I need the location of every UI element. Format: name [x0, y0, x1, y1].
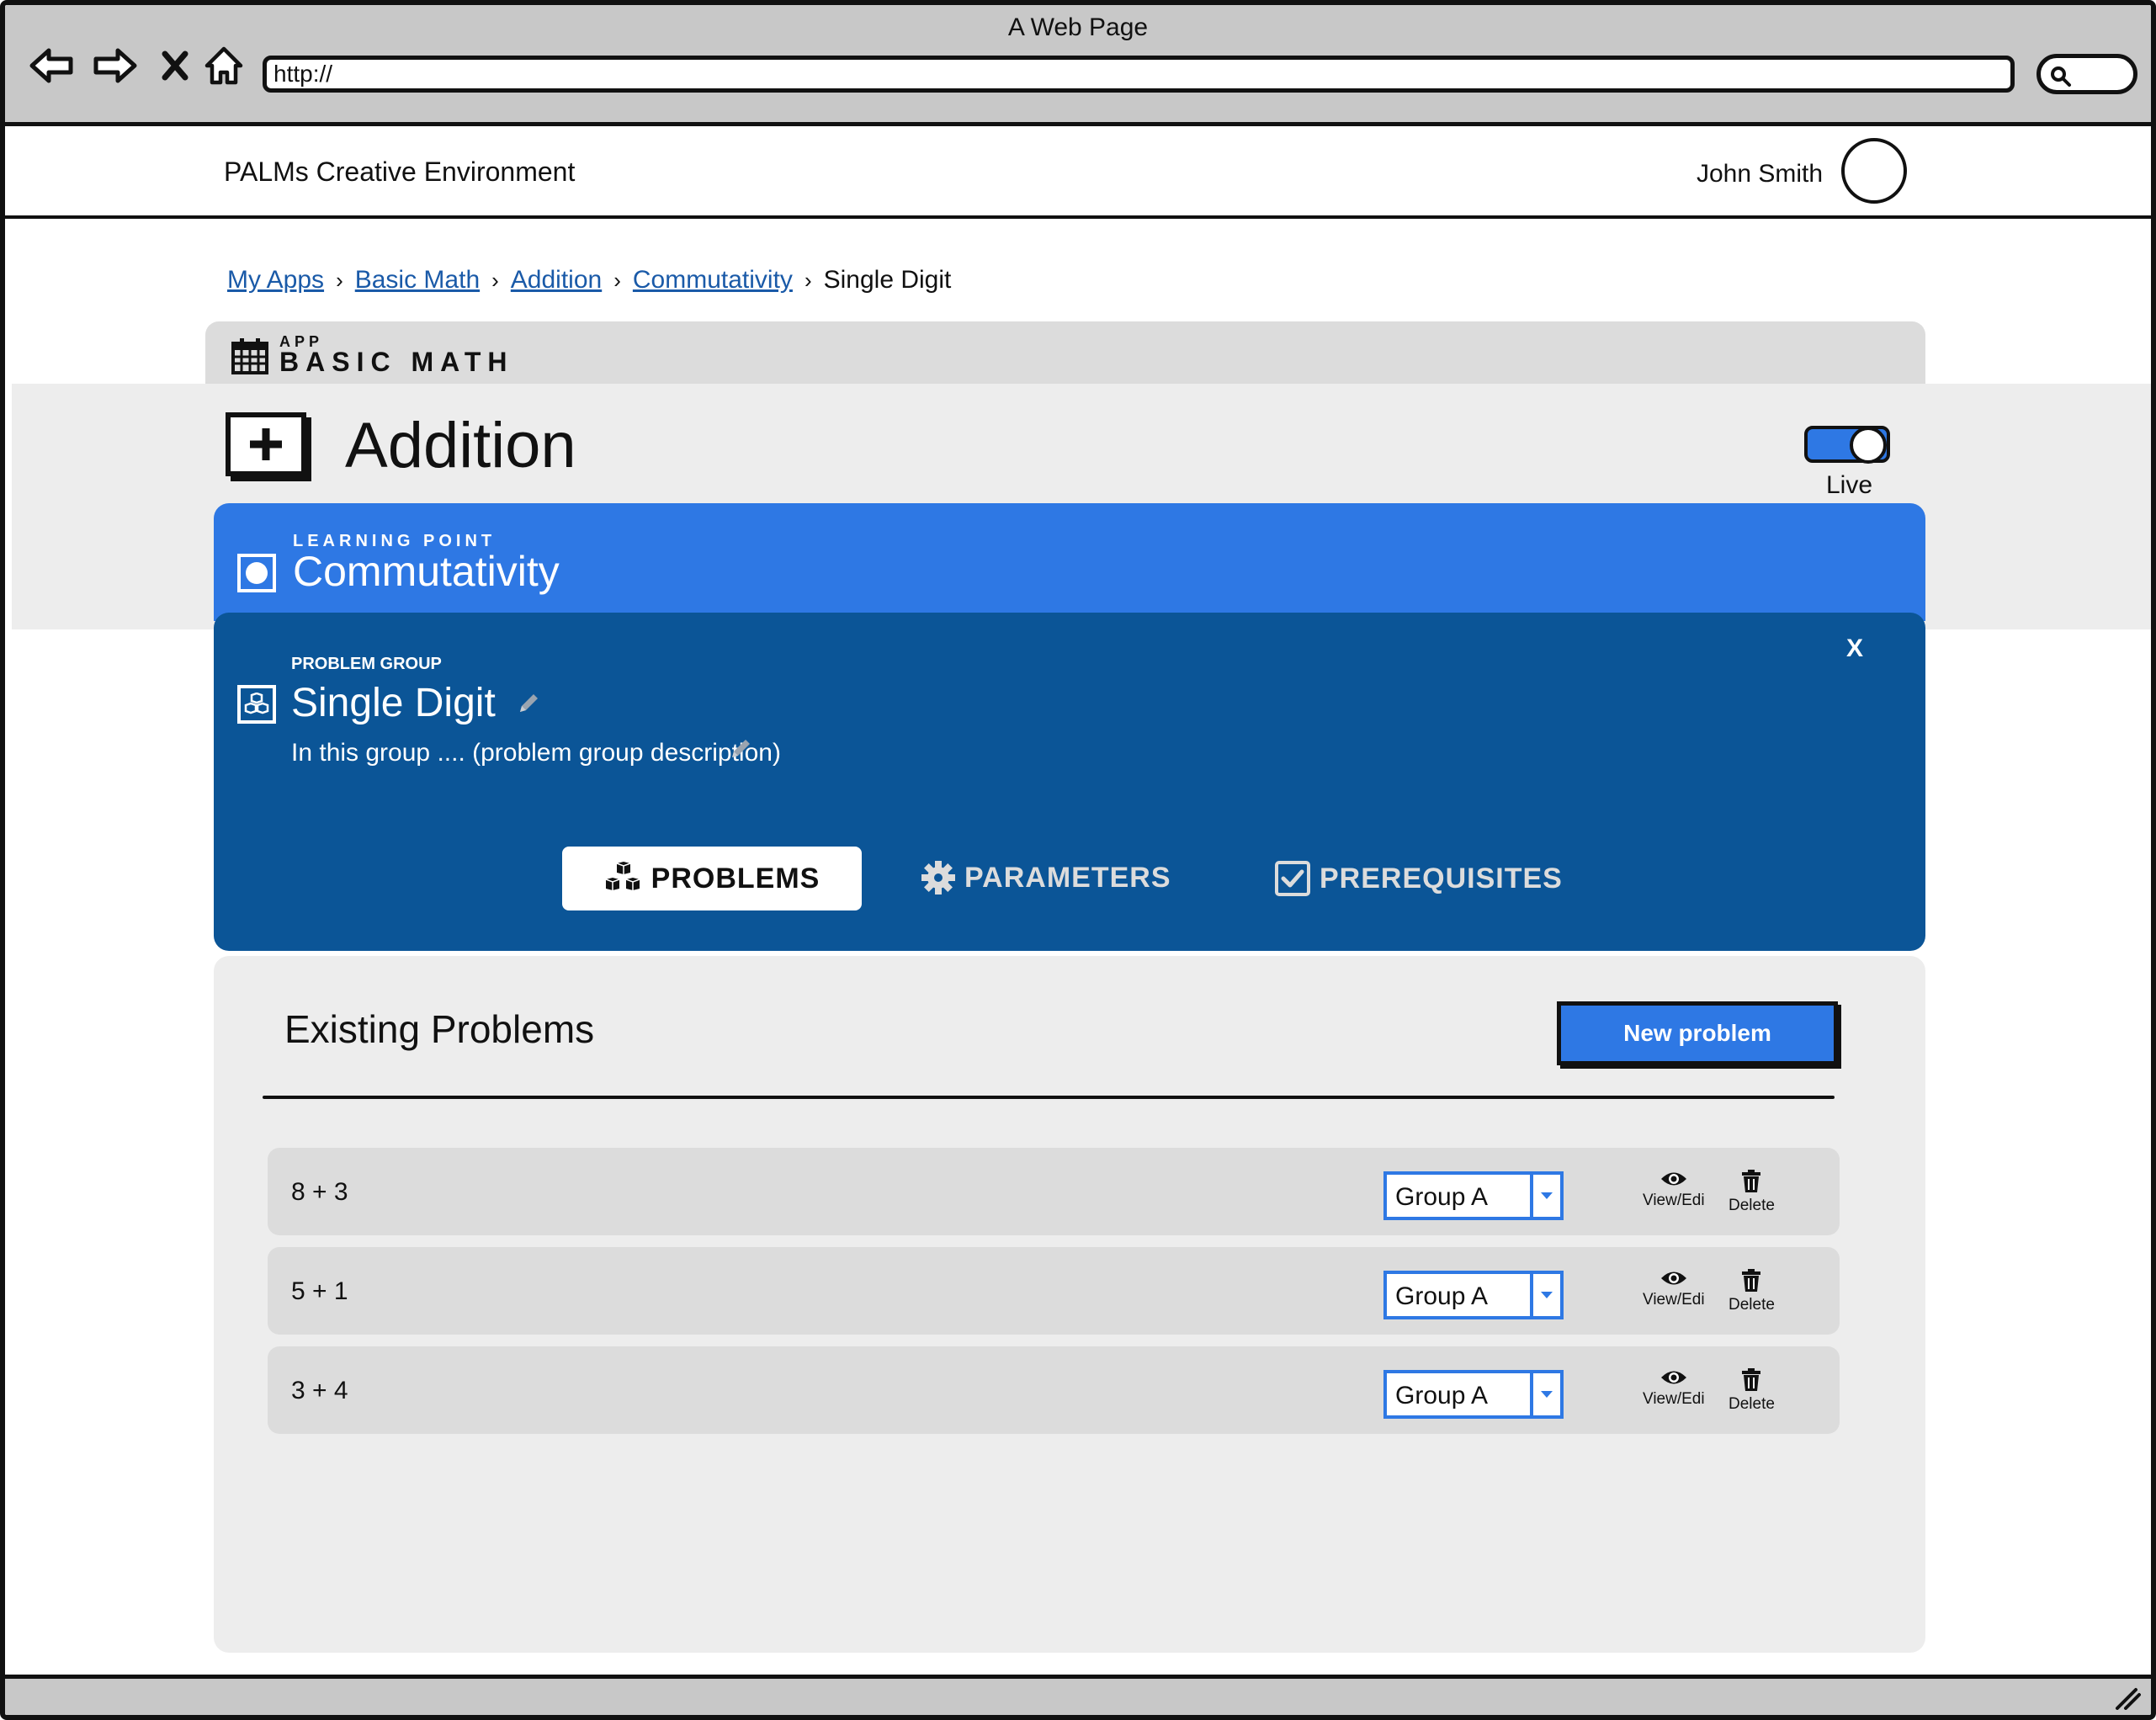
problem-expression: 5 + 1: [291, 1277, 348, 1305]
forward-arrow-icon[interactable]: [89, 40, 140, 91]
app-banner: APP BASIC MATH: [205, 321, 1925, 385]
calendar-icon: [231, 338, 268, 374]
tab-prerequisites[interactable]: PREREQUISITES: [1274, 860, 1563, 897]
existing-problems-title: Existing Problems: [284, 1007, 595, 1051]
breadcrumb-chevron-icon: ›: [491, 267, 499, 293]
delete-label: Delete: [1729, 1197, 1775, 1214]
url-input[interactable]: http://: [263, 56, 2015, 93]
user-name[interactable]: John Smith: [1697, 160, 1823, 188]
problem-group-kicker: PROBLEM GROUP: [291, 655, 442, 673]
cubes-icon: [605, 862, 640, 890]
view-edit-label: View/Edi: [1643, 1390, 1705, 1408]
browser-search-field[interactable]: [2037, 54, 2137, 94]
delete-label: Delete: [1729, 1395, 1775, 1413]
brand-title[interactable]: PALMs Creative Environment: [224, 157, 575, 188]
plus-box-icon: [226, 412, 306, 476]
breadcrumb-my-apps[interactable]: My Apps: [227, 266, 324, 295]
group-select-value: Group A: [1395, 1282, 1489, 1310]
group-select[interactable]: Group A: [1383, 1271, 1564, 1319]
browser-status-bar: [5, 1675, 2151, 1715]
breadcrumb-chevron-icon: ›: [336, 267, 343, 293]
tab-problems-label: PROBLEMS: [651, 862, 820, 895]
resize-grip-icon[interactable]: [2112, 1685, 2141, 1710]
eye-icon: [1660, 1172, 1686, 1186]
delete-button[interactable]: Delete: [1729, 1170, 1775, 1215]
group-select-value: Group A: [1395, 1183, 1489, 1211]
trash-icon: [1742, 1368, 1761, 1391]
problem-group-title: Single Digit: [291, 681, 496, 725]
breadcrumb-chevron-icon: ›: [613, 267, 621, 293]
breadcrumb: My Apps › Basic Math › Addition › Commut…: [227, 266, 951, 295]
search-icon: [2051, 66, 2071, 87]
tab-parameters-label: PARAMETERS: [964, 861, 1171, 894]
trash-icon: [1742, 1269, 1761, 1292]
live-toggle-label: Live: [1826, 471, 1873, 499]
app-header: PALMs Creative Environment John Smith: [5, 126, 2151, 219]
delete-button[interactable]: Delete: [1729, 1269, 1775, 1314]
problem-expression: 8 + 3: [291, 1178, 348, 1206]
live-toggle[interactable]: [1804, 426, 1890, 464]
problem-group-panel: PROBLEM GROUP Single Digit In this group…: [214, 613, 1925, 951]
chevron-down-icon[interactable]: [1530, 1175, 1560, 1217]
close-x-icon[interactable]: [150, 40, 200, 91]
checkbox-icon: [1275, 861, 1310, 896]
breadcrumb-current: Single Digit: [823, 266, 952, 294]
problem-group-description: In this group .... (problem group descri…: [291, 739, 781, 767]
divider: [263, 1096, 1835, 1099]
trash-icon: [1742, 1170, 1761, 1192]
view-edit-button[interactable]: View/Edi: [1643, 1269, 1705, 1309]
close-button[interactable]: X: [1846, 634, 1863, 663]
view-edit-button[interactable]: View/Edi: [1643, 1170, 1705, 1210]
breadcrumb-basic-math[interactable]: Basic Math: [355, 266, 480, 295]
new-problem-button[interactable]: New problem: [1557, 1001, 1838, 1065]
cubes-icon: [237, 685, 276, 724]
home-icon[interactable]: [199, 40, 249, 91]
chevron-down-icon[interactable]: [1530, 1274, 1560, 1316]
breadcrumb-chevron-icon: ›: [804, 267, 812, 293]
group-select[interactable]: Group A: [1383, 1171, 1564, 1220]
eye-icon: [1660, 1271, 1686, 1285]
browser-window: A Web Page http:// PALMs Creative Enviro…: [0, 0, 2156, 1720]
pencil-edit-icon[interactable]: [517, 690, 542, 715]
delete-label: Delete: [1729, 1296, 1775, 1314]
table-row: 3 + 4 Group A View/Edi Delete: [268, 1346, 1840, 1434]
delete-button[interactable]: Delete: [1729, 1368, 1775, 1414]
group-select[interactable]: Group A: [1383, 1370, 1564, 1419]
avatar[interactable]: [1841, 138, 1907, 204]
learning-point-header: LEARNING POINT Commutativity: [214, 503, 1925, 621]
problem-expression: 3 + 4: [291, 1377, 348, 1404]
table-row: 5 + 1 Group A View/Edi Delete: [268, 1247, 1840, 1335]
toggle-knob: [1850, 427, 1887, 464]
tab-prerequisites-label: PREREQUISITES: [1320, 862, 1563, 895]
table-row: 8 + 3 Group A View/Edi Delete: [268, 1148, 1840, 1235]
group-select-value: Group A: [1395, 1382, 1489, 1409]
tab-problems[interactable]: PROBLEMS: [562, 847, 862, 910]
pencil-edit-icon[interactable]: [729, 735, 754, 761]
chevron-down-icon[interactable]: [1530, 1373, 1560, 1415]
view-edit-button[interactable]: View/Edi: [1643, 1368, 1705, 1409]
learning-point-title: Commutativity: [293, 548, 560, 595]
view-edit-label: View/Edi: [1643, 1192, 1705, 1209]
app-name: BASIC MATH: [279, 347, 514, 377]
radio-dot-icon: [237, 554, 276, 592]
window-title: A Web Page: [1007, 13, 1149, 41]
tab-parameters[interactable]: PARAMETERS: [921, 860, 1171, 895]
topic-title: Addition: [345, 410, 576, 481]
eye-icon: [1660, 1371, 1686, 1384]
view-edit-label: View/Edi: [1643, 1291, 1705, 1309]
existing-problems-panel: Existing Problems New problem 8 + 3 Grou…: [214, 956, 1925, 1653]
back-arrow-icon[interactable]: [27, 40, 77, 91]
gear-icon: [921, 861, 955, 895]
breadcrumb-addition[interactable]: Addition: [511, 266, 602, 295]
breadcrumb-commutativity[interactable]: Commutativity: [633, 266, 793, 295]
browser-toolbar: A Web Page http://: [5, 5, 2151, 126]
